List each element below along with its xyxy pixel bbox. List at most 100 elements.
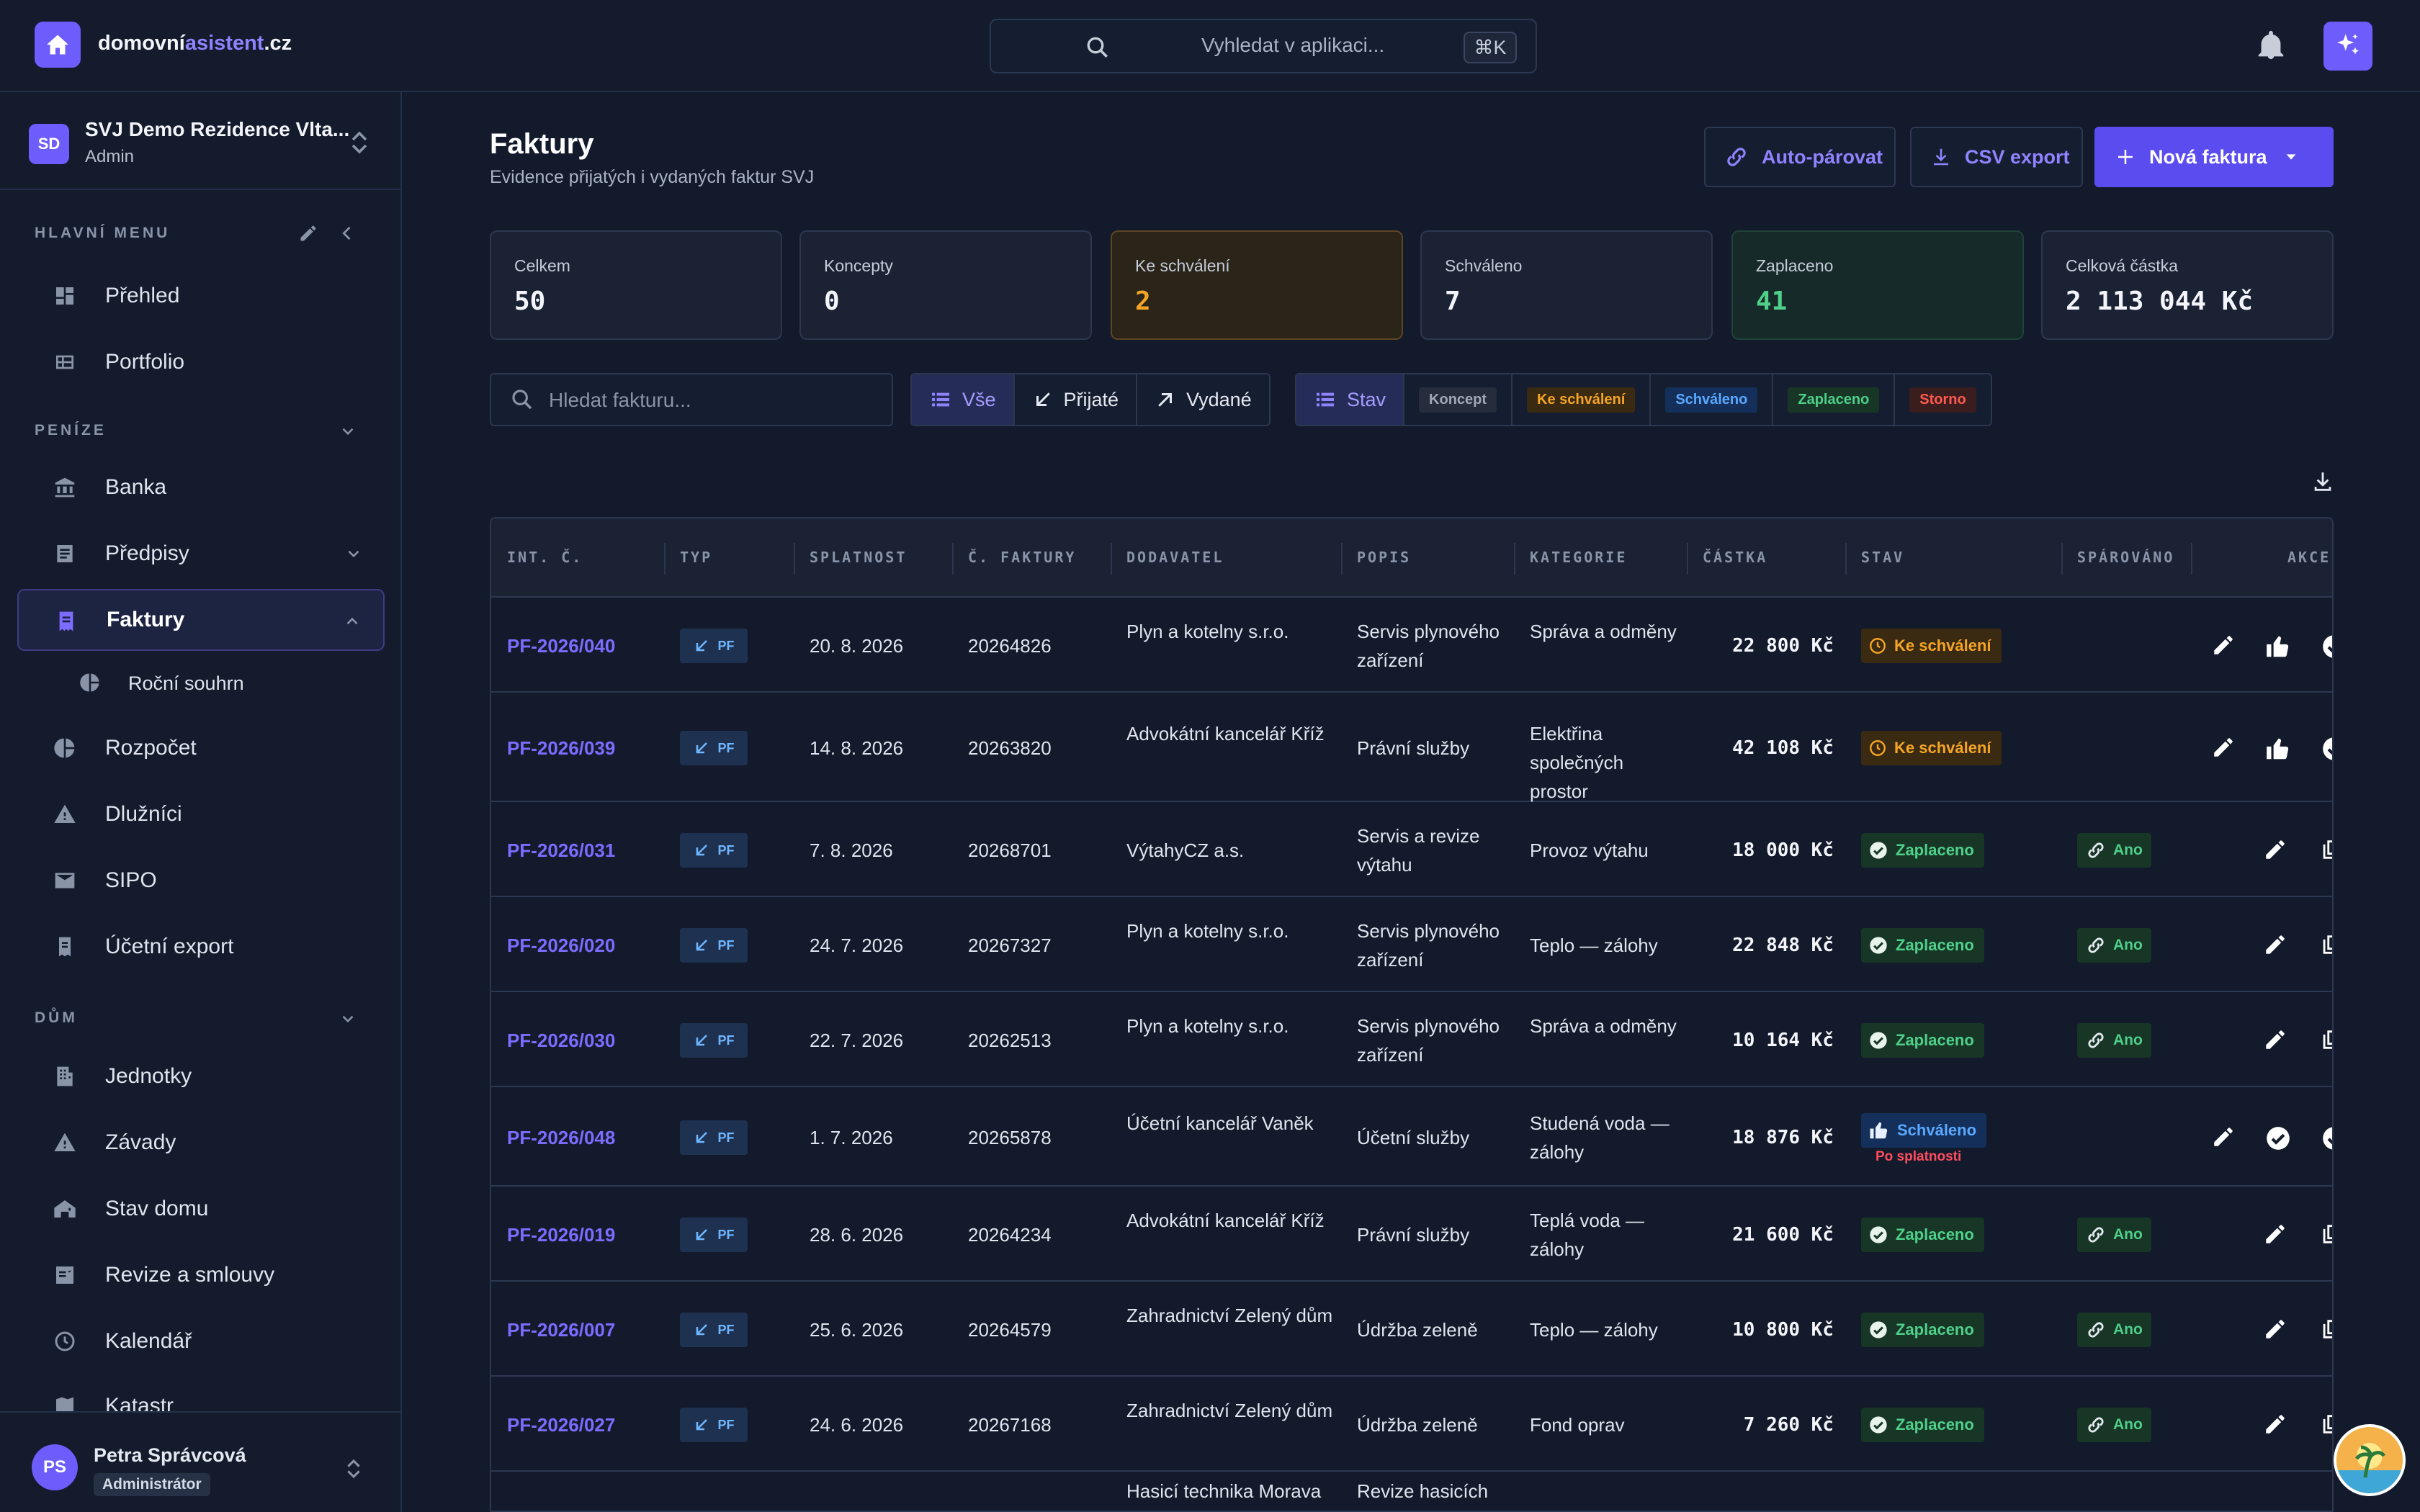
- column-header[interactable]: SPÁROVÁNO: [2077, 549, 2174, 566]
- sidebar-item-stav-domu[interactable]: Stav domu: [17, 1178, 385, 1240]
- table-row[interactable]: PF-2026/007 PF 25. 6. 2026 20264579 Zahradni…: [491, 1283, 2332, 1377]
- bell-icon[interactable]: [2254, 29, 2287, 62]
- filter-state-all[interactable]: Stav: [1296, 374, 1405, 425]
- edit-icon[interactable]: [2263, 837, 2287, 862]
- sidebar-item-prehled[interactable]: Přehled: [17, 265, 385, 327]
- stat-card-drafts[interactable]: Koncepty 0: [799, 230, 1092, 340]
- filter-state-pending[interactable]: Ke schválení: [1512, 374, 1652, 425]
- sidebar-item-katastr[interactable]: Katastr: [17, 1377, 385, 1411]
- global-search[interactable]: Vyhledat v aplikaci... ⌘K: [990, 19, 1537, 73]
- sidebar-item-zavady[interactable]: Závady: [17, 1112, 385, 1174]
- brand-name[interactable]: domovníasistent.cz: [98, 32, 292, 55]
- sidebar-item-ucetni-export[interactable]: Účetní export: [17, 916, 385, 978]
- table-row[interactable]: PF-2026/031 PF 7. 8. 2026 20268701 VýtahyCZ …: [491, 804, 2332, 897]
- chevron-down-icon[interactable]: [339, 422, 357, 441]
- sidebar-item-kalendar[interactable]: Kalendář: [17, 1310, 385, 1372]
- sidebar-item-faktury[interactable]: Faktury: [17, 589, 385, 651]
- approve-icon[interactable]: [2264, 633, 2292, 660]
- stat-card-total[interactable]: Celkem 50: [490, 230, 782, 340]
- invoice-search-input[interactable]: [549, 384, 866, 416]
- edit-icon[interactable]: [2211, 735, 2236, 760]
- invoice-id-link[interactable]: PF-2026/030: [507, 1026, 658, 1055]
- table-row[interactable]: PF-2026/030 PF 22. 7. 2026 20262513 Plyn a k…: [491, 994, 2332, 1087]
- filter-issued[interactable]: Vydané: [1137, 374, 1269, 425]
- invoice-id-link[interactable]: PF-2026/039: [507, 734, 658, 762]
- invoice-id-link[interactable]: PF-2026/007: [507, 1315, 658, 1344]
- sidebar-item-portfolio[interactable]: Portfolio: [17, 331, 385, 393]
- copy-icon[interactable]: [2319, 837, 2332, 862]
- column-header[interactable]: ČÁSTKA: [1703, 549, 1767, 566]
- amount: 18 876 Kč: [1732, 1127, 1834, 1148]
- copy-icon[interactable]: [2319, 1317, 2332, 1341]
- table-row[interactable]: Hasicí technika Morava Revize hasicích: [491, 1473, 2332, 1511]
- invoice-search[interactable]: [490, 373, 893, 426]
- filter-state-storno[interactable]: Storno: [1895, 374, 1990, 425]
- sidebar-item-rozpocet[interactable]: Rozpočet: [17, 717, 385, 779]
- filter-all[interactable]: Vše: [912, 374, 1015, 425]
- filter-state-approved[interactable]: Schváleno: [1651, 374, 1774, 425]
- stat-card-pending[interactable]: Ke schválení 2: [1111, 230, 1403, 340]
- edit-icon[interactable]: [2263, 1222, 2287, 1246]
- table-row[interactable]: PF-2026/039 PF 14. 8. 2026 20263820 Advokátn…: [491, 694, 2332, 802]
- table-row[interactable]: PF-2026/027 PF 24. 6. 2026 20267168 Zahradni…: [491, 1378, 2332, 1472]
- table-row[interactable]: PF-2026/040 PF 20. 8. 2026 20264826 Plyn a k…: [491, 599, 2332, 693]
- table-row[interactable]: PF-2026/048 PF 1. 7. 2026 20265878 Účetní ka…: [491, 1089, 2332, 1187]
- invoice-id-link[interactable]: PF-2026/019: [507, 1220, 658, 1249]
- copy-icon[interactable]: [2319, 1222, 2332, 1246]
- stat-card-amount[interactable]: Celková částka 2 113 044 Kč: [2041, 230, 2334, 340]
- edit-icon[interactable]: [2211, 1125, 2236, 1149]
- chevron-down-icon[interactable]: [339, 1009, 357, 1028]
- user-menu[interactable]: PS Petra Správcová Administrátor: [0, 1411, 400, 1512]
- edit-icon[interactable]: [2263, 1412, 2287, 1436]
- filter-state-draft[interactable]: Koncept: [1404, 374, 1513, 425]
- invoice-id-link[interactable]: PF-2026/031: [507, 836, 658, 865]
- column-header[interactable]: INT. Č.: [507, 549, 583, 566]
- edit-icon[interactable]: [2211, 633, 2236, 657]
- column-header[interactable]: TYP: [680, 549, 712, 566]
- column-header[interactable]: POPIS: [1357, 549, 1411, 566]
- stat-card-approved[interactable]: Schváleno 7: [1420, 230, 1713, 340]
- filter-received[interactable]: Přijaté: [1015, 374, 1138, 425]
- edit-icon[interactable]: [2263, 1317, 2287, 1341]
- org-switcher[interactable]: SD SVJ Demo Rezidence Vlta... Admin: [0, 92, 400, 190]
- copy-icon[interactable]: [2319, 932, 2332, 957]
- sidebar-item-revize[interactable]: Revize a smlouvy: [17, 1244, 385, 1306]
- stat-card-paid[interactable]: Zaplaceno 41: [1731, 230, 2024, 340]
- column-header[interactable]: Č. FAKTURY: [968, 549, 1076, 566]
- table-row[interactable]: PF-2026/020 PF 24. 7. 2026 20267327 Plyn a k…: [491, 899, 2332, 992]
- auto-pair-button[interactable]: Auto-párovat: [1704, 127, 1896, 187]
- sidebar-item-jednotky[interactable]: Jednotky: [17, 1045, 385, 1107]
- invoice-id-link[interactable]: PF-2026/027: [507, 1410, 658, 1439]
- new-invoice-button[interactable]: Nová faktura: [2094, 127, 2334, 187]
- sidebar-item-predpisy[interactable]: Předpisy: [17, 523, 385, 585]
- sidebar-item-dluznici[interactable]: Dlužníci: [17, 783, 385, 845]
- mark-paid-icon[interactable]: [2264, 1125, 2292, 1152]
- invoice-id-link[interactable]: PF-2026/020: [507, 931, 658, 960]
- approve-icon[interactable]: [2264, 735, 2292, 762]
- collapse-sidebar-icon[interactable]: [337, 223, 357, 243]
- download-icon[interactable]: [2311, 469, 2335, 494]
- sidebar-item-banka[interactable]: Banka: [17, 456, 385, 518]
- column-header[interactable]: DODAVATEL: [1126, 549, 1224, 566]
- copy-icon[interactable]: [2319, 1412, 2332, 1436]
- invoice-id-link[interactable]: PF-2026/040: [507, 631, 658, 660]
- more-action-icon[interactable]: [2321, 1125, 2332, 1152]
- column-header[interactable]: STAV: [1861, 549, 1904, 566]
- assistant-avatar[interactable]: [2334, 1424, 2406, 1496]
- edit-icon[interactable]: [2263, 932, 2287, 957]
- home-logo-icon[interactable]: [35, 22, 81, 68]
- sidebar-item-rocni-souhrn[interactable]: Roční souhrn: [43, 652, 385, 714]
- more-action-icon[interactable]: [2321, 633, 2332, 660]
- more-action-icon[interactable]: [2321, 735, 2332, 762]
- column-header[interactable]: SPLATNOST: [810, 549, 907, 566]
- edit-icon[interactable]: [2263, 1027, 2287, 1052]
- column-header[interactable]: KATEGORIE: [1530, 549, 1627, 566]
- csv-export-button[interactable]: CSV export: [1910, 127, 2083, 187]
- table-row[interactable]: PF-2026/019 PF 28. 6. 2026 20264234 Advokátn…: [491, 1188, 2332, 1282]
- ai-sparkle-icon[interactable]: [2323, 22, 2372, 71]
- copy-icon[interactable]: [2319, 1027, 2332, 1052]
- sidebar-item-sipo[interactable]: SIPO: [17, 850, 385, 912]
- edit-icon[interactable]: [298, 223, 318, 243]
- filter-state-paid[interactable]: Zaplaceno: [1773, 374, 1896, 425]
- invoice-id-link[interactable]: PF-2026/048: [507, 1123, 658, 1152]
